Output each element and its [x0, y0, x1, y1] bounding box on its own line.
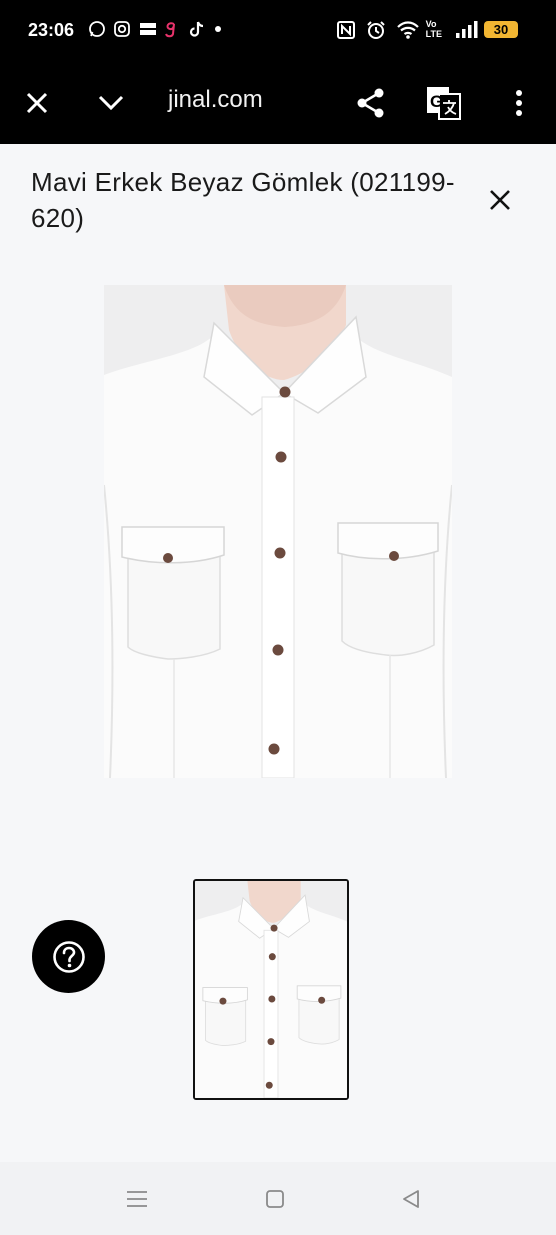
- translate-button[interactable]: G: [425, 84, 463, 122]
- home-square-icon: [266, 1190, 284, 1208]
- dot-icon: [213, 20, 231, 38]
- more-options-button[interactable]: [500, 84, 538, 122]
- help-button[interactable]: [32, 920, 105, 993]
- g-app-icon: [163, 20, 181, 38]
- close-icon: [490, 190, 510, 210]
- volte-bottom: LTE: [425, 29, 442, 39]
- close-tab-button[interactable]: [18, 84, 56, 122]
- page-title: Mavi Erkek Beyaz Gömlek (021199-620): [31, 167, 455, 233]
- share-icon: [357, 88, 384, 118]
- notification-icons: [88, 20, 231, 38]
- temu-icon: [138, 20, 156, 38]
- thumbnail-selected[interactable]: [193, 879, 349, 1100]
- home-button[interactable]: [262, 1186, 288, 1212]
- close-gallery-button[interactable]: [482, 182, 518, 218]
- product-header: Mavi Erkek Beyaz Gömlek (021199-620): [0, 144, 556, 254]
- recent-apps-button[interactable]: [124, 1186, 150, 1212]
- battery-indicator: 30: [484, 20, 518, 38]
- svg-text:G: G: [430, 92, 443, 111]
- white-shirt-thumbnail: [195, 881, 347, 1098]
- browser-toolbar: jinal.com G: [0, 62, 556, 144]
- main-product-image[interactable]: [104, 285, 452, 778]
- wifi-icon: [396, 20, 419, 39]
- white-shirt-photo: [104, 285, 452, 778]
- alarm-icon: [366, 20, 385, 39]
- share-button[interactable]: [352, 84, 390, 122]
- chevron-down-icon: [98, 95, 124, 111]
- back-button[interactable]: [398, 1186, 424, 1212]
- status-time: 23:06: [28, 20, 75, 40]
- whatsapp-icon: [88, 20, 106, 38]
- menu-icon: [127, 1191, 147, 1207]
- status-bar: 23:06 Vo LTE 30: [0, 0, 556, 62]
- nfc-icon: [336, 20, 355, 39]
- minimize-button[interactable]: [92, 84, 130, 122]
- translate-icon: G: [427, 87, 461, 120]
- help-circle-icon: [52, 940, 85, 973]
- signal-icon: [454, 20, 478, 38]
- back-triangle-icon: [403, 1190, 419, 1208]
- more-vert-icon: [516, 90, 522, 116]
- system-icons: Vo LTE 30: [336, 19, 518, 39]
- instagram-icon: [113, 20, 131, 38]
- volte-top: Vo: [425, 19, 437, 29]
- close-icon: [26, 92, 48, 114]
- tiktok-icon: [188, 20, 206, 38]
- url-text[interactable]: jinal.com: [168, 86, 263, 114]
- system-nav-bar: [0, 1162, 556, 1235]
- volte-icon: Vo LTE: [426, 19, 442, 39]
